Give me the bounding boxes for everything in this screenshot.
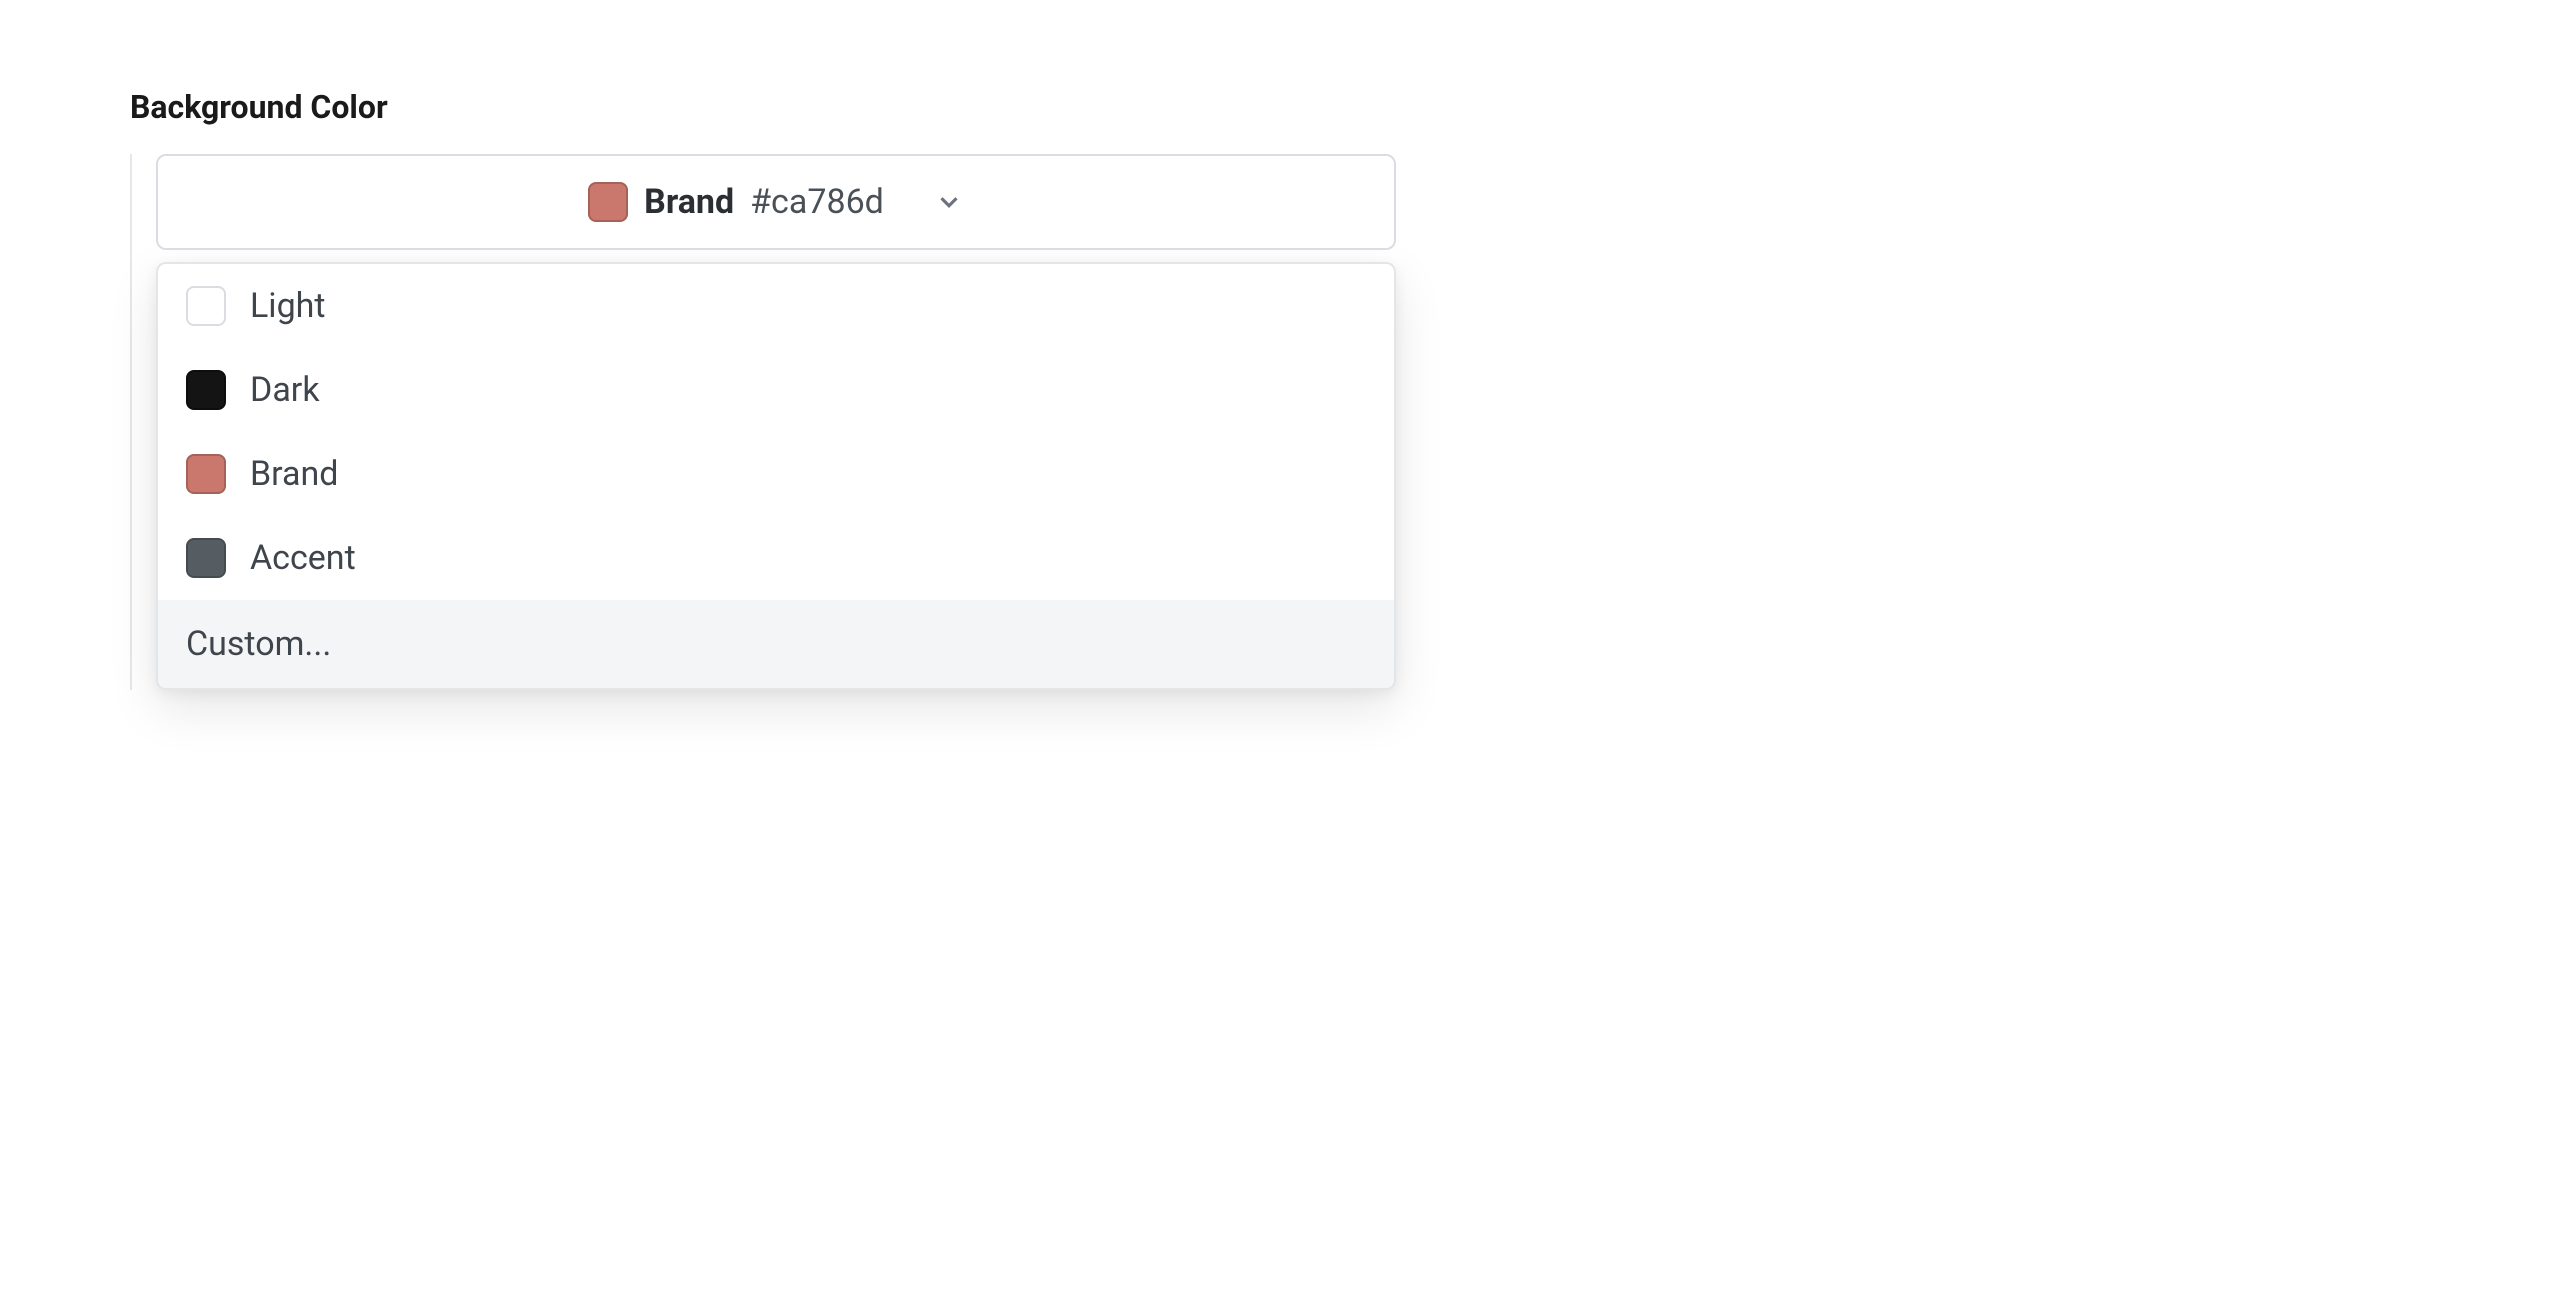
chevron-down-icon — [934, 187, 964, 217]
color-option-light[interactable]: Light — [158, 264, 1394, 348]
color-option-label: Brand — [250, 454, 339, 494]
color-option-custom[interactable]: Custom... — [158, 600, 1394, 688]
color-swatch-dark — [186, 370, 226, 410]
selected-color-name: Brand — [644, 182, 734, 222]
color-swatch-accent — [186, 538, 226, 578]
color-option-accent[interactable]: Accent — [158, 516, 1394, 600]
color-option-label: Dark — [250, 370, 320, 410]
color-option-dark[interactable]: Dark — [158, 348, 1394, 432]
color-dropdown-panel: Light Dark Brand Accent Custom... — [156, 262, 1396, 690]
color-swatch-brand — [186, 454, 226, 494]
selected-color-swatch — [588, 182, 628, 222]
selected-color-hex: #ca786d — [750, 182, 884, 222]
color-option-label: Accent — [250, 538, 356, 578]
color-select-trigger[interactable]: Brand #ca786d — [156, 154, 1396, 250]
color-option-label: Custom... — [186, 624, 331, 664]
color-option-brand[interactable]: Brand — [158, 432, 1394, 516]
color-option-label: Light — [250, 286, 326, 326]
field-label: Background Color — [130, 88, 2430, 126]
color-swatch-light — [186, 286, 226, 326]
color-select-field: Brand #ca786d Light Dark Brand Accent Cu… — [130, 154, 2430, 690]
